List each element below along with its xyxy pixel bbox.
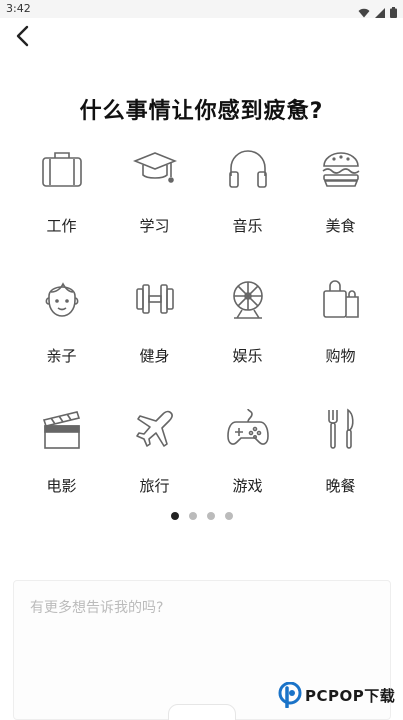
wifi-icon [358,3,370,22]
category-label: 晚餐 [325,477,356,495]
baby-face-icon [40,277,84,321]
page-dot-4[interactable] [224,512,233,520]
graduation-cap-icon [132,147,177,191]
back-button[interactable] [8,22,36,50]
category-shopping[interactable]: 购物 [294,275,387,405]
headphones-icon [226,147,270,191]
category-label: 音乐 [232,217,263,235]
page-dot-2[interactable] [188,512,197,520]
category-label: 亲子 [46,347,77,365]
page-title: 什么事情让你感到疲惫? [79,99,324,124]
battery-icon [390,3,397,22]
status-bar: 3:42 [0,0,403,18]
status-time: 3:42 [6,2,31,15]
category-label: 购物 [325,347,356,365]
category-label: 游戏 [232,477,263,495]
category-entertainment[interactable]: 娱乐 [201,275,294,405]
category-food[interactable]: 美食 [294,145,387,275]
dumbbell-icon [133,277,177,321]
clapperboard-icon [40,407,84,451]
status-icons [358,3,397,22]
category-label: 电影 [46,477,77,495]
category-label: 工作 [46,217,77,235]
briefcase-icon [40,147,84,191]
shopping-bags-icon [319,277,363,321]
category-parenting[interactable]: 亲子 [15,275,108,405]
page-dot-1[interactable] [170,512,179,520]
category-label: 娱乐 [232,347,263,365]
fork-knife-icon [319,407,363,451]
category-work[interactable]: 工作 [15,145,108,275]
page-dot-3[interactable] [206,512,215,520]
category-label: 学习 [139,217,170,235]
category-study[interactable]: 学习 [108,145,201,275]
category-label: 美食 [325,217,356,235]
pcpop-logo-icon [278,682,302,708]
category-music[interactable]: 音乐 [201,145,294,275]
back-arrow-icon [16,25,29,47]
category-grid: 工作 学习 音乐 美食 亲子 健身 娱乐 购物 电影 旅行 游戏 晚餐 [15,145,388,535]
category-label: 旅行 [139,477,170,495]
ferris-wheel-icon [226,277,270,321]
bottom-handle[interactable] [168,704,236,720]
watermark: PCPOP下载 [278,682,395,708]
page-indicator [0,512,403,520]
gamepad-icon [226,407,270,451]
watermark-text: PCPOP下载 [305,686,396,705]
airplane-icon [133,407,177,451]
category-fitness[interactable]: 健身 [108,275,201,405]
burger-icon [319,147,363,191]
category-label: 健身 [139,347,170,365]
signal-icon [375,3,385,22]
